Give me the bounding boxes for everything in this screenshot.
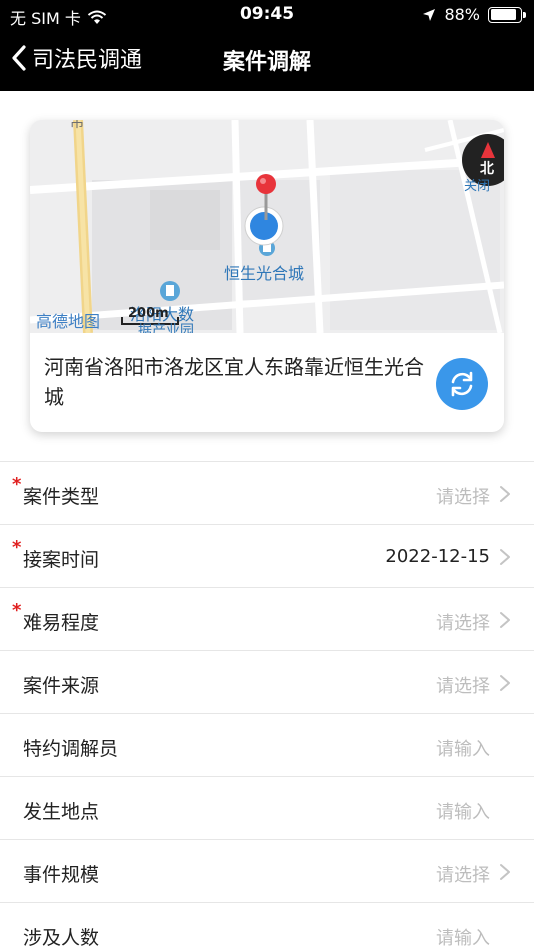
required-asterisk: * (12, 474, 22, 495)
form-row-select[interactable]: 请选择 (436, 609, 490, 635)
form-row[interactable]: 案件来源 请选择 (0, 650, 534, 713)
form-row-label: 难易程度 (23, 612, 100, 634)
status-right: 88% (422, 5, 526, 24)
chevron-right-icon (500, 549, 510, 565)
form-row-input[interactable]: 请输入 (436, 735, 490, 761)
form-row-select[interactable]: 2022-12-15 (385, 546, 490, 567)
chevron-right-icon (500, 864, 510, 880)
map-corner-label: 关闭 (464, 179, 491, 194)
nav-bar: 司法民调通 案件调解 (0, 38, 534, 84)
location-arrow-icon (423, 8, 436, 21)
form-row[interactable]: * 接案时间 2022-12-15 (0, 524, 534, 587)
status-bar: 无 SIM 卡 09:45 88% (0, 0, 534, 30)
refresh-icon (451, 371, 473, 397)
battery-fill (490, 9, 517, 20)
map-poi-label[interactable]: 恒生光合城 (224, 260, 304, 284)
map-brand-logo: 高德地图 (36, 312, 101, 331)
form-row[interactable]: * 案件类型 请选择 (0, 461, 534, 524)
required-asterisk: * (12, 537, 22, 558)
form-row-input[interactable]: 请输入 (436, 924, 490, 950)
form-row-input[interactable]: 请输入 (436, 798, 490, 824)
battery-icon (488, 6, 526, 23)
top-bar: 无 SIM 卡 09:45 88% 司法民调通 案件调解 (0, 0, 534, 91)
form-row[interactable]: 涉及人数 请输入 (0, 902, 534, 950)
form-row-label: 特约调解员 (23, 738, 119, 760)
page-title: 案件调解 (222, 50, 311, 75)
map-view[interactable]: 吊 恒生光合城 洛阳大数 据产业园 高德地图 200m 北 关闭 (30, 120, 504, 333)
map-canvas (30, 120, 504, 333)
chevron-right-icon (500, 612, 510, 628)
form-row-label: 案件类型 (23, 486, 100, 508)
map-poi-label-3[interactable]: 据产业园 (138, 320, 194, 333)
chevron-right-icon (500, 675, 510, 691)
location-card: 吊 恒生光合城 洛阳大数 据产业园 高德地图 200m 北 关闭 河南省洛阳市洛… (30, 120, 504, 432)
case-form: * 案件类型 请选择 * 接案时间 2022-12-15 * 难易程度 请选择 案件来源 请选择 特约… (0, 461, 534, 950)
form-row-label: 案件来源 (23, 675, 100, 697)
form-row-select[interactable]: 请选择 (436, 483, 490, 509)
battery-percent: 88% (444, 5, 480, 24)
form-row-label: 涉及人数 (23, 927, 100, 949)
map-scale-label: 200m (128, 306, 169, 321)
form-row-label: 事件规模 (23, 864, 100, 886)
required-asterisk: * (12, 600, 22, 621)
form-row-label: 发生地点 (23, 801, 100, 823)
form-row-select[interactable]: 请选择 (436, 672, 490, 698)
chevron-right-icon (500, 486, 510, 502)
refresh-location-button[interactable] (436, 358, 488, 410)
form-row[interactable]: * 难易程度 请选择 (0, 587, 534, 650)
form-row[interactable]: 事件规模 请选择 (0, 839, 534, 902)
form-row-select[interactable]: 请选择 (436, 861, 490, 887)
form-row[interactable]: 特约调解员 请输入 (0, 713, 534, 776)
address-text: 河南省洛阳市洛龙区宜人东路靠近恒生光合城 (44, 355, 424, 409)
form-row[interactable]: 发生地点 请输入 (0, 776, 534, 839)
form-row-label: 接案时间 (23, 549, 100, 571)
map-top-road-label: 吊 (70, 120, 84, 131)
